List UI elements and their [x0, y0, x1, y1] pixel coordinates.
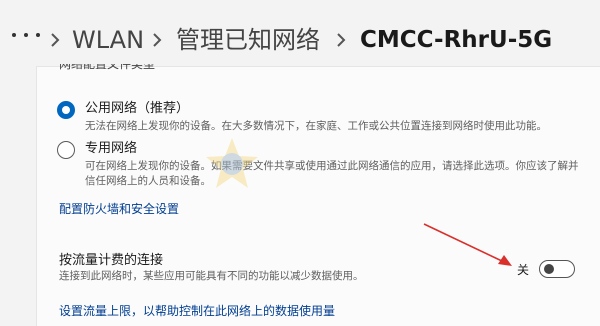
toggle-knob — [544, 264, 554, 274]
firewall-settings-link[interactable]: 配置防火墙和安全设置 — [59, 201, 179, 217]
private-network-title: 专用网络 — [85, 141, 138, 156]
dot-icon — [24, 33, 28, 37]
watermark — [202, 132, 422, 202]
breadcrumb-wlan[interactable]: WLAN — [72, 24, 144, 56]
metered-connection-toggle[interactable] — [539, 260, 575, 278]
public-network-title: 公用网络（推荐） — [85, 101, 190, 116]
data-limit-link[interactable]: 设置流量上限，以帮助控制在此网络上的数据使用量 — [59, 303, 335, 319]
dot-icon — [36, 33, 40, 37]
metered-connection-description: 连接到此网络时，某些应用可能具有不同的功能以减少数据使用。 — [59, 270, 364, 282]
more-options-button[interactable] — [12, 30, 52, 40]
star-logo-icon — [206, 138, 258, 188]
chevron-right-icon — [150, 30, 164, 50]
private-network-radio[interactable] — [57, 141, 75, 159]
chevron-right-icon — [334, 30, 348, 50]
breadcrumb: WLAN 管理已知网络 CMCC-RhrU-5G — [0, 0, 600, 66]
page-title: CMCC-RhrU-5G — [360, 27, 553, 53]
public-network-radio[interactable] — [57, 101, 75, 119]
metered-connection-title: 按流量计费的连接 — [59, 253, 164, 268]
breadcrumb-known-networks[interactable]: 管理已知网络 — [176, 24, 320, 56]
chevron-right-icon — [48, 30, 62, 50]
dot-icon — [12, 33, 16, 37]
annotation-arrow-icon — [423, 223, 512, 266]
